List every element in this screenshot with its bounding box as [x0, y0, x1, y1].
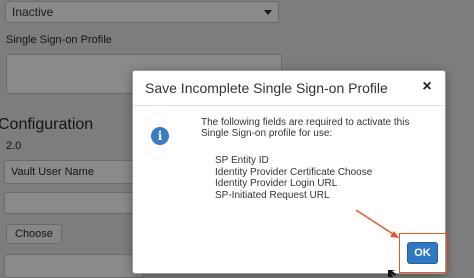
blank-input-field[interactable] [4, 192, 144, 214]
dialog-message: The following fields are required to act… [201, 117, 410, 139]
choose-button[interactable]: Choose [6, 224, 62, 244]
chevron-down-icon [264, 10, 272, 15]
status-select-value: Inactive [12, 5, 54, 19]
info-icon: i [151, 127, 169, 145]
bottom-input-field[interactable] [4, 254, 144, 278]
dialog-title: Save Incomplete Single Sign-on Profile [145, 80, 388, 96]
status-select[interactable]: Inactive [5, 1, 279, 23]
ok-button[interactable]: OK [407, 242, 438, 264]
required-fields-list: SP Entity ID Identity Provider Certifica… [215, 155, 372, 201]
configuration-heading: Configuration [0, 116, 94, 133]
close-icon[interactable]: × [418, 78, 436, 96]
sso-profile-label: Single Sign-on Profile [6, 34, 112, 46]
list-item: SP Entity ID [215, 155, 269, 166]
dialog-header: Save Incomplete Single Sign-on Profile × [133, 71, 445, 106]
list-item: Identity Provider Certificate Choose [215, 166, 373, 178]
list-item: SP-Initiated Request URL [215, 189, 330, 201]
vault-user-name-field[interactable]: Vault User Name [4, 160, 144, 184]
list-item: Identity Provider Login URL [215, 178, 338, 189]
version-value: 2.0 [6, 140, 22, 152]
save-incomplete-dialog: Save Incomplete Single Sign-on Profile ×… [132, 70, 446, 274]
